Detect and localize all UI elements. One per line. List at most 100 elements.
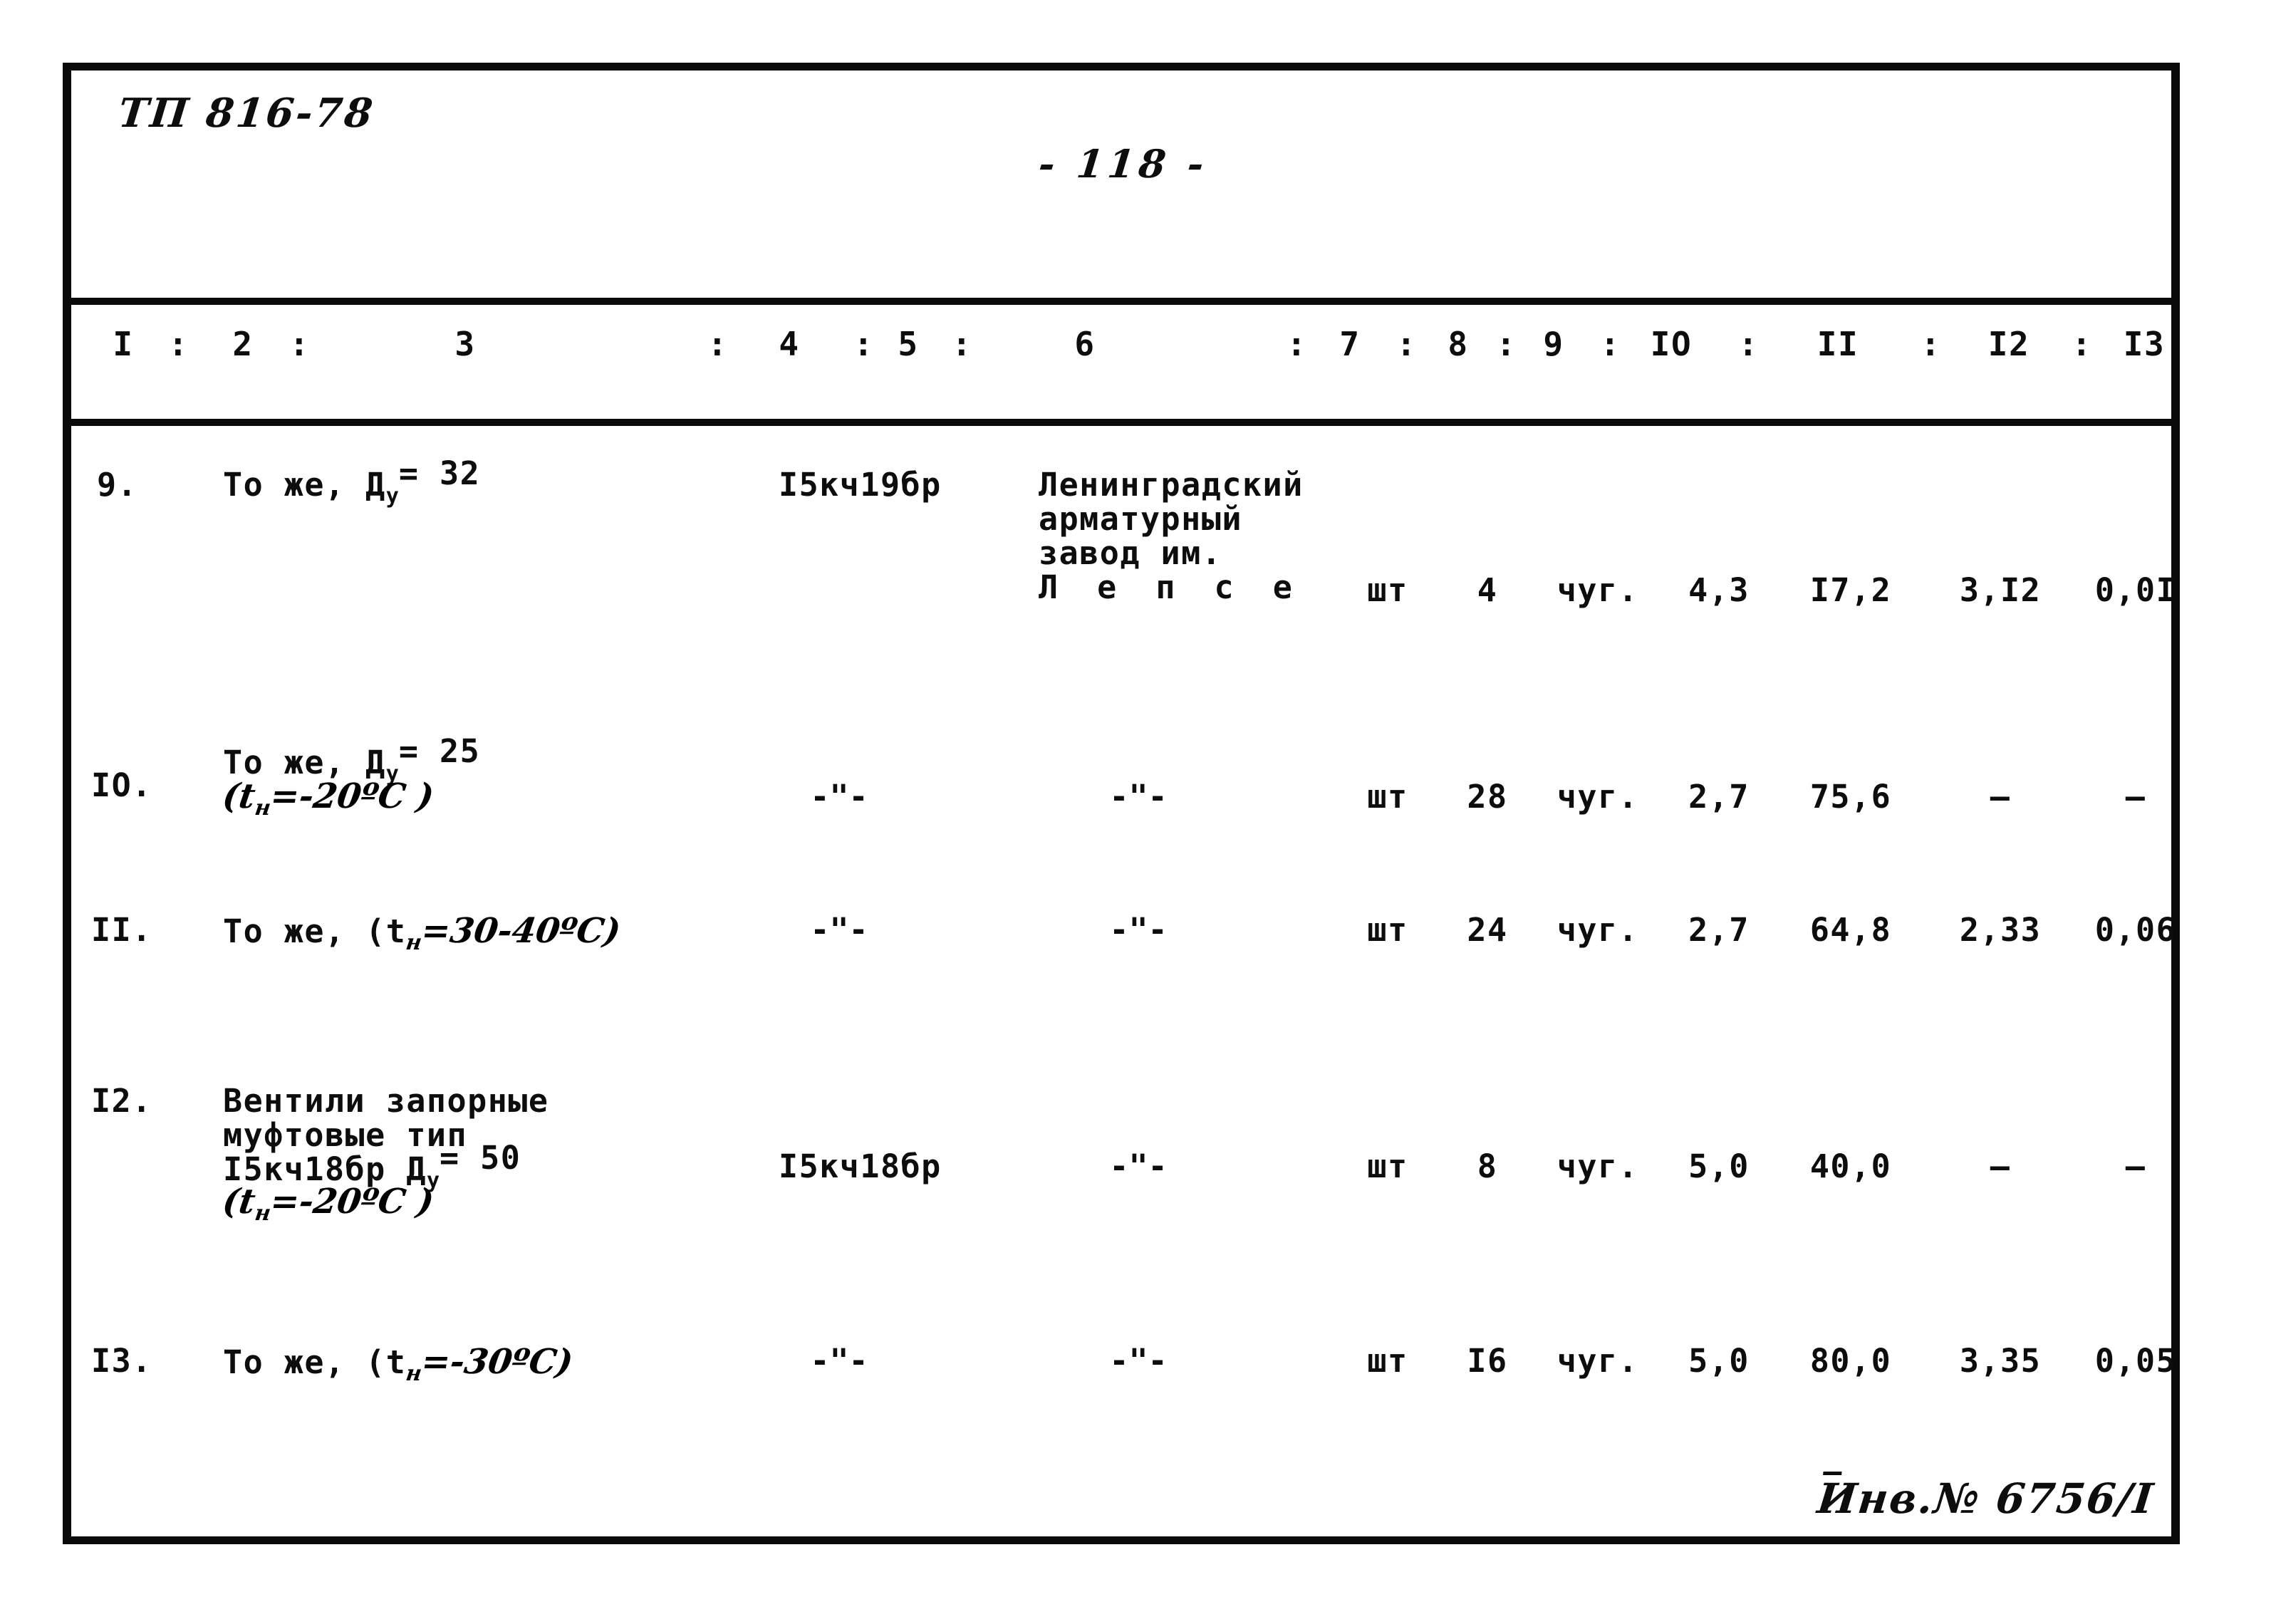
row-name-value: = 32 [398,454,481,492]
column-separator: : [289,325,311,363]
row-name-value: =30-40ºС) [419,911,623,951]
scanned-page: ТП 816-78 - 118 - I : 2 : 3 : 4 : 5 : 6 … [0,0,2271,1624]
column-number-7: 7 [1339,325,1361,363]
row-col13: 0,06 [2094,911,2177,949]
row-name-text: То же, (t [223,912,407,950]
row-col12: — [1990,778,2011,816]
column-number-2: 2 [232,325,254,363]
row-quantity: 24 [1467,911,1508,949]
row-name-line2: муфтовые тип [223,1116,468,1154]
row-name-condition: (tн=-20ºС ) [220,776,437,821]
column-separator: : [707,325,729,363]
row-col12: 3,35 [1959,1342,2042,1380]
row-name-text: То же, Д [223,466,386,504]
row-col13: 0,05 [2094,1342,2177,1380]
row-mark: -"- [810,778,868,816]
column-separator: : [1496,325,1517,363]
row-maker-line: Л е п с е [1039,568,1302,606]
row-material: чуг. [1557,1342,1639,1380]
table-divider-under-page-number [63,298,2180,305]
row-material: чуг. [1557,778,1639,816]
row-material: чуг. [1557,1147,1639,1185]
row-name-value: = 50 [440,1139,521,1177]
row-mass-total: 80,0 [1809,1342,1892,1380]
column-number-9: 9 [1543,325,1564,363]
column-number-1: I [113,325,134,363]
row-name: То же, Ду= 32 [223,457,480,509]
row-mass-unit: 2,7 [1688,778,1750,816]
row-name-line1: Вентили запорные [223,1082,549,1120]
document-code: ТП 816-78 [116,90,378,137]
row-condition-value: =-20ºС ) [267,1182,437,1222]
row-quantity: 4 [1477,571,1498,609]
row-material: чуг. [1557,571,1639,609]
column-separator: : [853,325,875,363]
row-index: I3. [91,1342,152,1380]
row-maker-line: -"- [1109,1147,1168,1185]
row-col12: — [1990,1147,2011,1185]
column-separator: : [1287,325,1308,363]
row-maker-line: Ленинградский [1039,466,1304,504]
row-index: I2. [91,1082,152,1120]
column-number-5: 5 [898,325,919,363]
column-separator: : [1600,325,1621,363]
row-quantity: I6 [1467,1342,1508,1380]
row-condition-value: =-20ºС ) [267,776,437,816]
table-border-bottom [63,1536,2180,1544]
row-mark: I5кч18бр [779,1147,942,1185]
row-index: 9. [97,466,138,504]
column-separator: : [952,325,973,363]
row-name-subscript: у [385,484,399,509]
column-number-4: 4 [779,325,800,363]
row-mass-unit: 5,0 [1688,1147,1750,1185]
row-unit: шт [1367,571,1408,609]
table-border-top [63,63,2180,71]
row-quantity: 28 [1467,778,1508,816]
column-separator: : [1396,325,1418,363]
specification-table: ТП 816-78 - 118 - I : 2 : 3 : 4 : 5 : 6 … [63,63,2180,1544]
row-name-value: = 25 [398,732,481,770]
column-number-13: I3 [2123,325,2166,363]
column-number-6: 6 [1074,325,1096,363]
column-number-3: 3 [454,325,476,363]
column-number-10: IO [1650,325,1693,363]
table-border-left [63,68,71,1544]
column-number-row: I : 2 : 3 : 4 : 5 : 6 : 7 : 8 : 9 : IO :… [63,328,2180,399]
row-name: То же, (tн=30-40ºС) [223,911,623,955]
row-maker-line: завод им. [1039,534,1222,572]
row-unit: шт [1367,778,1408,816]
row-index: IO. [91,766,152,804]
row-col13: 0,0I [2094,571,2177,609]
column-separator: : [168,325,189,363]
row-name: То же, (tн=-30ºС) [223,1342,576,1386]
row-col12: 2,33 [1959,911,2042,949]
row-name-value: =-30ºС) [419,1342,576,1382]
row-material: чуг. [1557,911,1639,949]
row-maker-line: -"- [1109,778,1168,816]
row-unit: шт [1367,911,1408,949]
row-col13: — [2125,1147,2146,1185]
row-maker-line: -"- [1109,1342,1168,1380]
row-mass-total: 40,0 [1809,1147,1892,1185]
row-mass-unit: 5,0 [1688,1342,1750,1380]
column-separator: : [1738,325,1760,363]
row-mark: I5кч19бр [779,466,942,504]
inventory-stamp: Инв.№ 6756/I [1815,1474,2156,1523]
column-separator: : [1921,325,1942,363]
row-condition-open: (t [220,1182,258,1222]
row-name-condition: (tн=-20ºС ) [220,1182,437,1226]
column-number-8: 8 [1448,325,1469,363]
row-maker-line: -"- [1109,911,1168,949]
row-index: II. [91,911,152,949]
column-number-11: II [1817,325,1859,363]
inventory-stamp-text: Инв.№ 6756/I [1814,1474,2157,1523]
column-separator: : [2072,325,2093,363]
row-mark: -"- [810,911,868,949]
row-mark: -"- [810,1342,868,1380]
row-name-text: То же, (t [223,1343,407,1381]
row-condition-open: (t [220,776,258,816]
row-unit: шт [1367,1342,1408,1380]
column-number-12: I2 [1987,325,2030,363]
row-col12: 3,I2 [1959,571,2042,609]
row-mass-total: I7,2 [1809,571,1892,609]
